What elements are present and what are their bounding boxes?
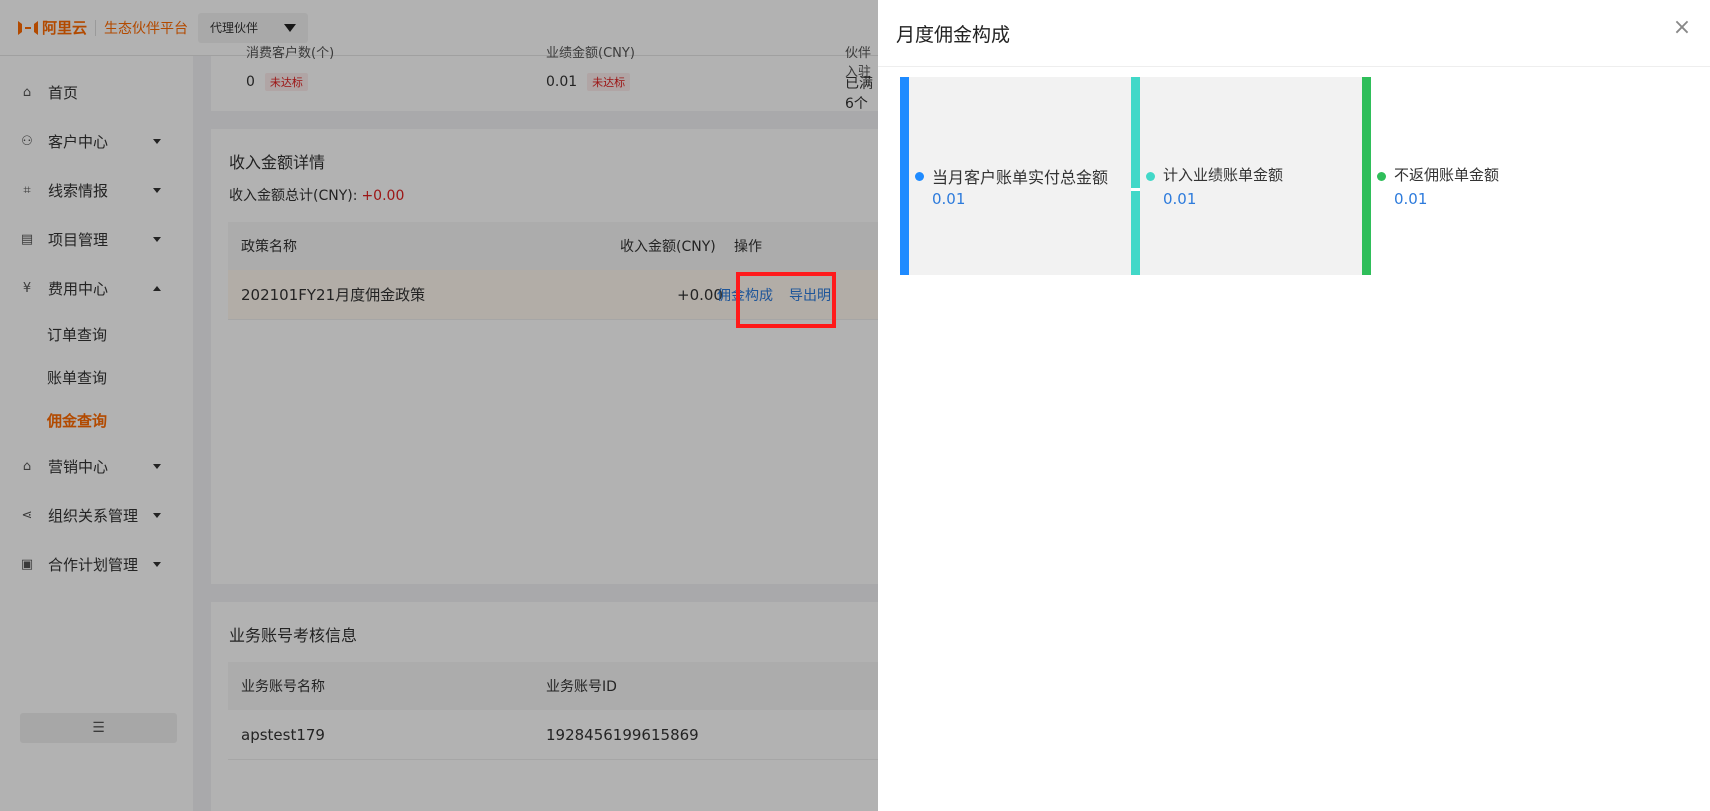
composition-item-total: 当月客户账单实付总金额 0.01 (900, 77, 1131, 275)
composition-label: 计入业绩账单金额 (1163, 166, 1284, 184)
composition-item-no-rebate: 不返佣账单金额 0.01 (1362, 77, 1593, 275)
composition-value: 0.01 (1163, 190, 1197, 208)
commission-drawer: 月度佣金构成 × 当月客户账单实付总金额 0.01 计入业绩账单金额 0.01 … (878, 0, 1710, 811)
highlight-box (736, 272, 836, 328)
legend-dot (915, 172, 924, 181)
composition-bar (900, 77, 909, 275)
composition-label: 当月客户账单实付总金额 (932, 168, 1109, 187)
composition-bar (1131, 77, 1140, 275)
composition-value: 0.01 (1394, 190, 1428, 208)
main-app: 阿里云 生态伙伴平台 代理伙伴 ⌂ 首页 ⚇ 客户中心 ⌗ 线索情报 ▤ 项目管… (0, 0, 878, 811)
drawer-header: 月度佣金构成 (878, 0, 1710, 67)
close-icon[interactable]: × (1672, 17, 1692, 39)
modal-mask[interactable] (0, 0, 878, 811)
legend-dot (1146, 172, 1155, 181)
bar-gap (1131, 188, 1140, 191)
composition-bar (1362, 77, 1371, 275)
drawer-title: 月度佣金构成 (896, 23, 1011, 46)
composition-value: 0.01 (932, 190, 966, 208)
composition-item-performance: 计入业绩账单金额 0.01 (1131, 77, 1362, 275)
legend-dot (1377, 172, 1386, 181)
composition-label: 不返佣账单金额 (1394, 166, 1500, 184)
